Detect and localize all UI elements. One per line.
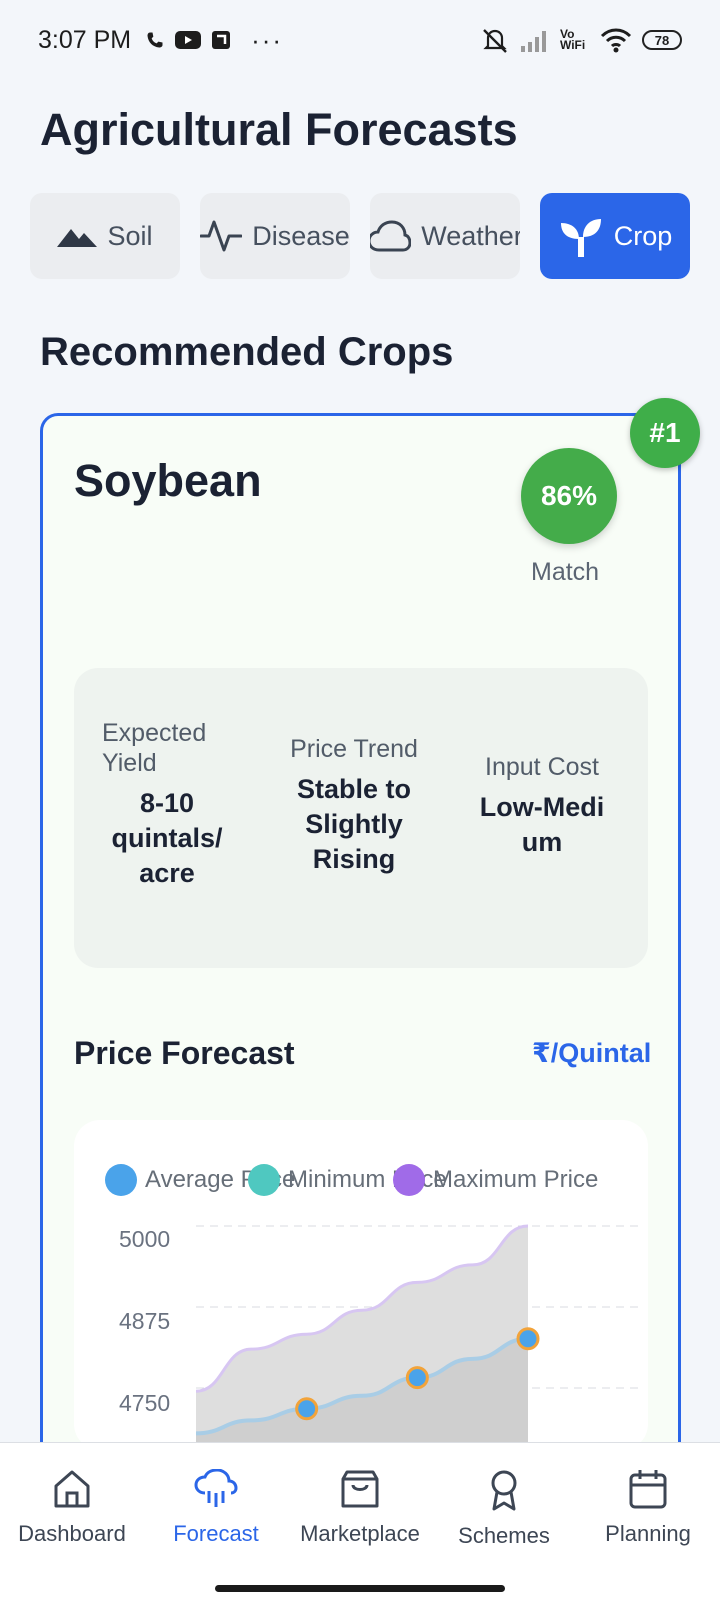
bottom-nav: Dashboard Forecast Marketplace Schemes P… xyxy=(0,1442,720,1600)
mute-icon xyxy=(483,29,507,53)
y-tick-label: 5000 xyxy=(119,1226,171,1252)
legend-dot xyxy=(105,1164,137,1196)
status-time: 3:07 PM xyxy=(38,25,132,54)
tab-label: Soil xyxy=(107,220,153,251)
nav-label: Schemes xyxy=(458,1523,550,1548)
tab-label: Weather xyxy=(421,220,520,251)
section-title: Recommended Crops xyxy=(40,330,454,374)
youtube-icon xyxy=(175,31,202,49)
stat-label: Expected Yield xyxy=(102,719,207,777)
y-tick-label: 4750 xyxy=(119,1390,171,1416)
price-unit-label: ₹/Quintal xyxy=(532,1038,652,1068)
data-point-average-price[interactable] xyxy=(295,1397,319,1421)
battery-indicator: 78 xyxy=(642,30,682,50)
tab-disease[interactable]: Disease xyxy=(200,193,350,279)
stat-value: Stable to Slightly Rising xyxy=(296,774,411,874)
home-icon xyxy=(54,1470,90,1508)
nav-marketplace[interactable]: Marketplace xyxy=(288,1469,432,1547)
nav-label: Marketplace xyxy=(300,1521,420,1546)
match-label: Match xyxy=(531,558,600,586)
app-notification-icon xyxy=(212,31,231,49)
nav-dashboard[interactable]: Dashboard xyxy=(0,1469,144,1547)
nav-schemes[interactable]: Schemes xyxy=(432,1469,576,1549)
stat-value: Low-Medi um xyxy=(479,792,605,857)
crop-stats: Expected Yield 8-10 quintals/ acre Price… xyxy=(74,668,648,968)
match-score: 86% xyxy=(521,448,617,544)
crop-name: Soybean xyxy=(74,455,262,506)
activity-icon xyxy=(200,220,243,252)
status-bar: 3:07 PM ··· Vo WiFi 78 xyxy=(0,0,720,80)
tab-label: Crop xyxy=(613,220,673,251)
stat-input-cost: Input Cost Low-Medi um xyxy=(470,752,614,860)
legend-maximum-price[interactable]: Maximum Price xyxy=(393,1164,598,1196)
tab-soil[interactable]: Soil xyxy=(30,193,180,279)
phone-call-icon xyxy=(147,32,163,48)
cloud-icon xyxy=(370,220,412,252)
y-tick-label: 4875 xyxy=(119,1308,171,1334)
signal-icon xyxy=(521,31,546,52)
legend-dot xyxy=(393,1164,425,1196)
tab-crop[interactable]: Crop xyxy=(540,193,690,279)
shopping-bag-icon xyxy=(341,1470,379,1508)
nav-planning[interactable]: Planning xyxy=(576,1469,720,1547)
nav-forecast[interactable]: Forecast xyxy=(144,1469,288,1547)
nav-label: Dashboard xyxy=(18,1521,126,1546)
rain-cloud-icon xyxy=(194,1469,238,1507)
stat-expected-yield: Expected Yield 8-10 quintals/ acre xyxy=(102,718,232,891)
stat-value: 8-10 quintals/ acre xyxy=(111,788,223,888)
sprout-icon xyxy=(560,219,601,257)
data-point-average-price[interactable] xyxy=(516,1327,540,1351)
tab-label: Disease xyxy=(252,220,350,251)
wifi-icon xyxy=(600,28,632,53)
mountain-icon xyxy=(57,229,98,247)
legend-label: Maximum Price xyxy=(433,1166,599,1193)
tab-weather[interactable]: Weather xyxy=(370,193,520,279)
vowifi-indicator: Vo WiFi xyxy=(560,27,586,52)
forecast-tabs: Soil Disease Weather Crop xyxy=(30,193,690,279)
rank-badge: #1 xyxy=(630,398,700,468)
stat-label: Price Trend xyxy=(290,735,418,763)
home-indicator xyxy=(215,1585,505,1592)
price-forecast-title: Price Forecast xyxy=(74,1035,295,1071)
stat-label: Input Cost xyxy=(485,753,599,781)
legend-dot xyxy=(248,1164,280,1196)
data-point-average-price[interactable] xyxy=(405,1366,429,1390)
more-notifications-icon: ··· xyxy=(251,24,284,55)
calendar-icon xyxy=(629,1470,667,1509)
award-icon xyxy=(491,1470,517,1511)
page-title: Agricultural Forecasts xyxy=(40,104,518,155)
nav-label: Forecast xyxy=(173,1521,259,1546)
nav-label: Planning xyxy=(605,1521,691,1546)
stat-price-trend: Price Trend Stable to Slightly Rising xyxy=(279,734,429,877)
